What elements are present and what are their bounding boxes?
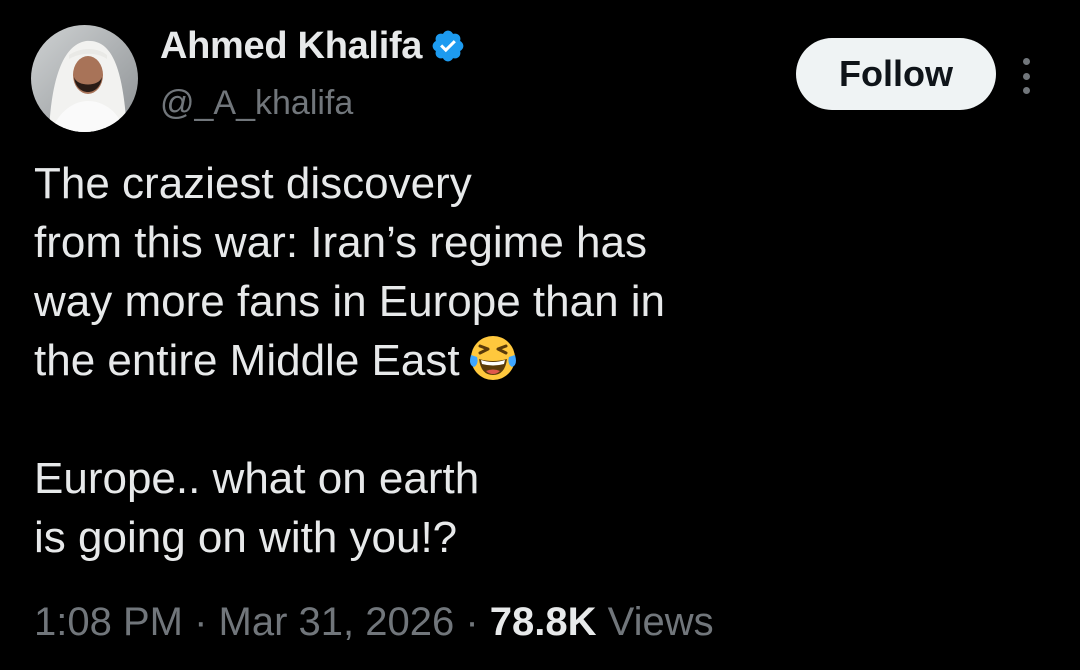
tweet-time[interactable]: 1:08 PM (34, 600, 183, 644)
dot (1022, 87, 1030, 94)
tweet-date[interactable]: Mar 31, 2026 (219, 600, 455, 644)
tweet-line: is going on with you!? (34, 513, 458, 562)
author-handle[interactable]: @_A_khalifa (160, 84, 353, 123)
views-label: Views (607, 600, 714, 644)
tweet-paragraph: Europe.. what on earth is going on with … (34, 449, 1034, 567)
dot (1022, 72, 1030, 80)
tweet-card: Ahmed Khalifa @_A_khalifa Follow The cra… (0, 0, 1080, 670)
tweet-paragraph: The craziest discovery from this war: Ir… (34, 154, 1034, 390)
dot (1022, 58, 1030, 65)
meta-separator: · (182, 600, 219, 644)
tweet-line: the entire Middle East (34, 336, 460, 385)
verified-badge-icon (430, 28, 466, 64)
tweet-meta: 1:08 PM · Mar 31, 2026 · 78.8K Views (34, 600, 714, 645)
more-vertical-icon[interactable] (1014, 58, 1038, 94)
tweet-line: The craziest discovery (34, 159, 472, 208)
tweet-line: way more fans in Europe than in (34, 277, 666, 326)
views-count[interactable]: 78.8K (490, 600, 597, 644)
laughing-crying-emoji-icon (468, 333, 518, 383)
follow-button[interactable]: Follow (796, 38, 996, 110)
meta-separator: · (454, 600, 490, 644)
author-name[interactable]: Ahmed Khalifa (160, 25, 422, 68)
tweet-line: from this war: Iran’s regime has (34, 218, 647, 267)
author-name-row[interactable]: Ahmed Khalifa (160, 22, 466, 70)
tweet-line: Europe.. what on earth (34, 454, 480, 503)
avatar[interactable] (31, 25, 138, 132)
avatar-image (31, 25, 138, 132)
tweet-text: The craziest discovery from this war: Ir… (34, 154, 1034, 567)
